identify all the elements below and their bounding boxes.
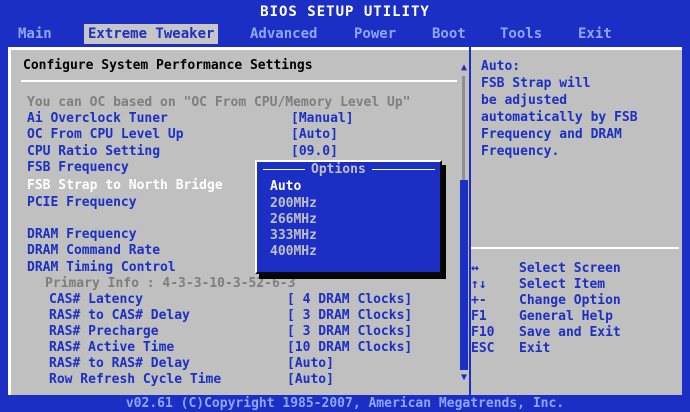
primary-info-text: Primary Info : 4-3-3-10-3-52-6-3: [45, 276, 296, 291]
key-change-option: +- Change Option: [471, 293, 679, 309]
key-save-exit: F10 Save and Exit: [471, 325, 679, 341]
scroll-up-icon[interactable]: ▲: [458, 62, 470, 74]
key-label: F1: [471, 309, 487, 324]
key-label: ESC: [471, 341, 495, 356]
menu-extreme-tweaker[interactable]: Extreme Tweaker: [84, 24, 219, 44]
setting-label: Ai Overclock Tuner: [27, 111, 168, 126]
scrollbar-thumb[interactable]: [460, 180, 468, 370]
help-line: Frequency.: [481, 144, 560, 159]
option-400mhz[interactable]: 400MHz: [270, 244, 317, 260]
setting-label: FSB Frequency: [27, 160, 129, 175]
help-text: Auto: FSB Strap will be adjusted automat…: [481, 58, 677, 160]
setting-label: DRAM Command Rate: [27, 243, 161, 258]
option-266mhz[interactable]: 266MHz: [270, 212, 317, 228]
left-right-arrows-icon: ↔: [471, 261, 479, 276]
options-popup: Options Auto 200MHz 266MHz 333MHz 400MHz: [255, 160, 442, 274]
menu-bar: Main Extreme Tweaker Advanced Power Boot…: [0, 24, 690, 44]
timing-value: [ 4 DRAM Clocks]: [287, 292, 413, 307]
timing-value: [Auto]: [287, 372, 334, 387]
setting-label: PCIE Frequency: [27, 195, 137, 210]
help-divider: [471, 247, 679, 249]
key-general-help: F1 General Help: [471, 309, 679, 325]
timing-label: Row Refresh Cycle Time: [49, 372, 222, 387]
menu-exit[interactable]: Exit: [574, 24, 616, 44]
help-line: be adjusted: [481, 93, 568, 108]
option-auto[interactable]: Auto: [270, 179, 301, 195]
option-333mhz[interactable]: 333MHz: [270, 228, 317, 244]
section-divider: [21, 80, 457, 82]
menu-advanced[interactable]: Advanced: [246, 24, 321, 44]
scroll-down-icon[interactable]: ▼: [458, 372, 470, 384]
key-label: F10: [471, 325, 495, 340]
help-line: Auto:: [481, 59, 521, 74]
key-desc: Save and Exit: [519, 325, 621, 340]
setting-value: [Manual]: [291, 111, 354, 126]
timing-value: [10 DRAM Clocks]: [287, 340, 413, 355]
key-select-item: ↑↓ Select Item: [471, 277, 679, 293]
menu-tools[interactable]: Tools: [496, 24, 546, 44]
key-desc: Change Option: [519, 293, 621, 308]
menu-power[interactable]: Power: [350, 24, 400, 44]
timing-label: RAS# Precharge: [49, 324, 159, 339]
popup-title: Options: [305, 162, 372, 178]
menu-main[interactable]: Main: [14, 24, 56, 44]
key-label: +-: [471, 293, 487, 308]
key-desc: Select Screen: [519, 261, 621, 276]
key-desc: General Help: [519, 309, 613, 324]
timing-label: RAS# to CAS# Delay: [49, 308, 190, 323]
copyright-footer: v02.61 (C)Copyright 1985-2007, American …: [0, 396, 690, 412]
setting-label: FSB Strap to North Bridge: [27, 178, 223, 193]
timing-value: [ 3 DRAM Clocks]: [287, 324, 413, 339]
timing-value: [Auto]: [287, 356, 334, 371]
timing-label: RAS# to RAS# Delay: [49, 356, 190, 371]
oc-note-text: You can OC based on "OC From CPU/Memory …: [27, 95, 411, 110]
setting-label: DRAM Frequency: [27, 227, 137, 242]
key-desc: Select Item: [519, 277, 606, 292]
timing-label: RAS# Active Time: [49, 340, 175, 355]
bios-title: BIOS SETUP UTILITY: [0, 0, 690, 24]
option-200mhz[interactable]: 200MHz: [270, 196, 317, 212]
setting-value: [Auto]: [291, 127, 338, 142]
help-panel: Auto: FSB Strap will be adjusted automat…: [471, 47, 682, 395]
timing-value: [ 3 DRAM Clocks]: [287, 308, 413, 323]
key-exit: ESC Exit: [471, 341, 679, 357]
key-select-screen: ↔ Select Screen: [471, 261, 679, 277]
setting-label: CPU Ratio Setting: [27, 144, 161, 159]
key-desc: Exit: [519, 341, 551, 356]
help-line: Frequency and DRAM: [481, 127, 622, 142]
help-line: FSB Strap will: [481, 76, 591, 91]
setting-label: OC From CPU Level Up: [27, 127, 184, 142]
up-down-arrows-icon: ↑↓: [471, 277, 487, 292]
menu-boot[interactable]: Boot: [428, 24, 470, 44]
setting-label: DRAM Timing Control: [27, 260, 176, 275]
timing-label: CAS# Latency: [49, 292, 143, 307]
help-line: automatically by FSB: [481, 110, 638, 125]
setting-value: [09.0]: [291, 144, 338, 159]
section-heading: Configure System Performance Settings: [23, 58, 313, 73]
